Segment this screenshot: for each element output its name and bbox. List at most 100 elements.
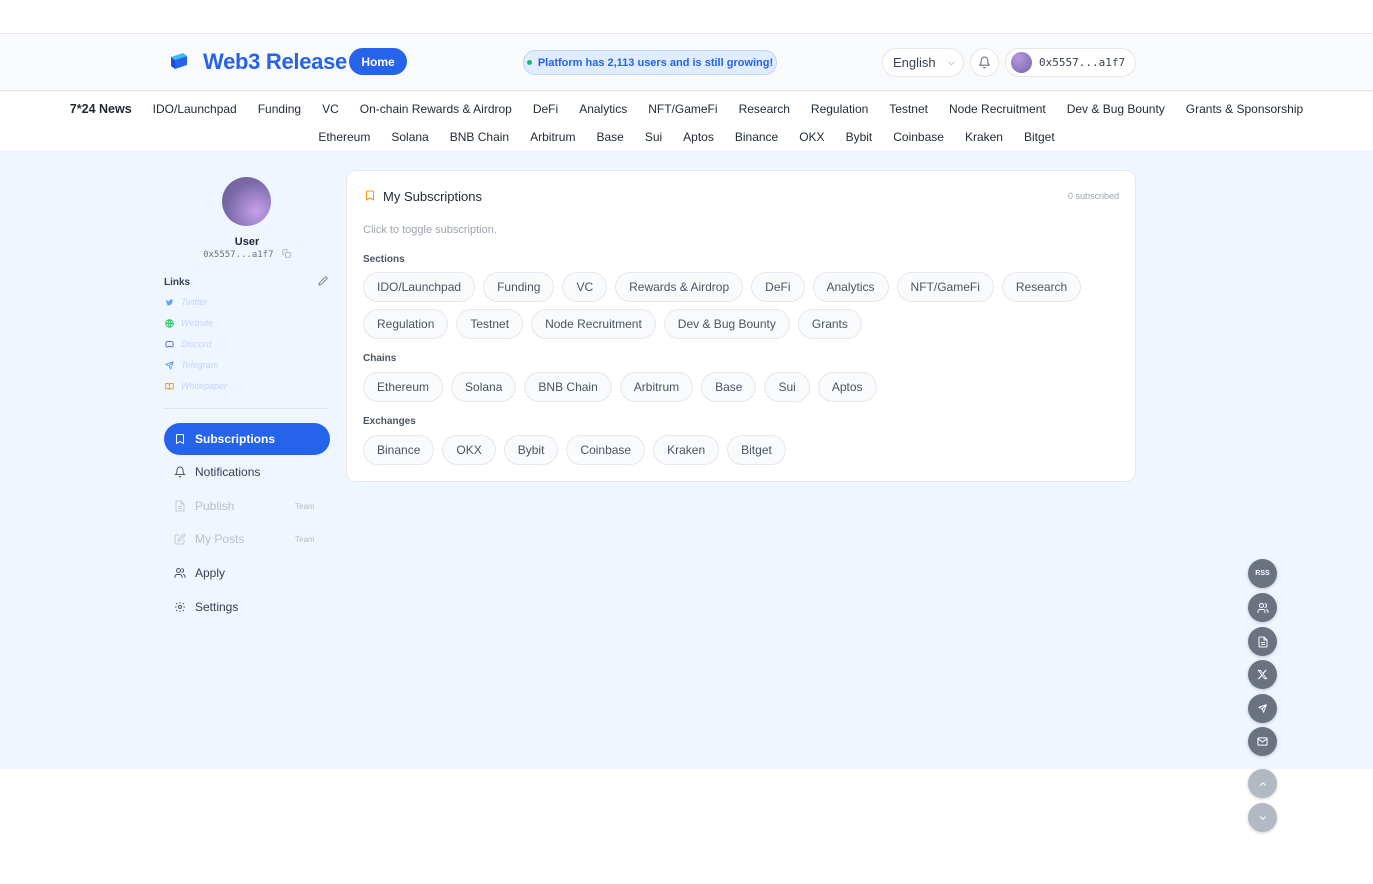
subscription-chip-aptos[interactable]: Aptos [817,372,877,402]
subscription-chip-node-recruitment[interactable]: Node Recruitment [531,309,656,339]
link-whitepaper[interactable]: Whitepaper [164,381,227,391]
pencil-icon[interactable] [318,276,328,286]
nav-item-defi[interactable]: DeFi [522,102,568,116]
subscription-chip-testnet[interactable]: Testnet [456,309,524,339]
link-label: Whitepaper [181,381,228,391]
subscription-chip-vc[interactable]: VC [562,272,608,302]
subscription-chip-base[interactable]: Base [701,372,757,402]
globe-icon [164,318,174,328]
subscription-chip-regulation[interactable]: Regulation [363,309,449,339]
nav-item-testnet[interactable]: Testnet [879,102,939,116]
subscription-chip-bitget[interactable]: Bitget [727,435,786,465]
sidebar-divider [164,408,328,409]
nav-item-funding[interactable]: Funding [247,102,311,116]
group-label-chains: Chains [363,353,397,364]
telegram-icon [164,360,174,370]
subscription-chip-arbitrum[interactable]: Arbitrum [619,372,694,402]
subscription-chip-kraken[interactable]: Kraken [653,435,720,465]
subscription-chip-bnb-chain[interactable]: BNB Chain [524,372,612,402]
subscription-chip-binance[interactable]: Binance [363,435,435,465]
sidebar-item-apply[interactable]: Apply [164,557,330,589]
telegram-icon [1258,704,1267,713]
nav-item-bnb-chain[interactable]: BNB Chain [439,130,519,144]
nav-item-regulation[interactable]: Regulation [800,102,878,116]
link-telegram[interactable]: Telegram [164,360,218,370]
bookmark-icon [174,433,186,445]
subscription-chip-ethereum[interactable]: Ethereum [363,372,444,402]
subscription-chip-sui[interactable]: Sui [764,372,810,402]
nav-item-okx[interactable]: OKX [789,130,835,144]
floating-x-button[interactable] [1248,660,1277,689]
sidebar-item-label: Apply [195,566,226,580]
panel-title: My Subscriptions [383,189,482,204]
sidebar-item-subscriptions[interactable]: Subscriptions [164,423,330,455]
nav-item-on-chain-rewards-airdrop[interactable]: On-chain Rewards & Airdrop [349,102,522,116]
floating-users-button[interactable] [1248,593,1277,622]
home-button[interactable]: Home [349,48,407,75]
link-website[interactable]: Website [164,318,213,328]
subscription-chip-research[interactable]: Research [1001,272,1082,302]
brand-name[interactable]: Web3 Release [203,49,347,75]
logo-icon [171,53,187,69]
link-label: Twitter [181,297,208,307]
floating-document-button[interactable] [1248,627,1277,656]
nav-item-aptos[interactable]: Aptos [673,130,725,144]
link-discord[interactable]: Discord [164,339,212,349]
nav-item-binance[interactable]: Binance [724,130,788,144]
users-icon [1257,602,1269,614]
subscription-chip-defi[interactable]: DeFi [751,272,805,302]
nav-item-nft-gamefi[interactable]: NFT/GameFi [638,102,728,116]
nav-item-base[interactable]: Base [586,130,634,144]
nav-item-kraken[interactable]: Kraken [954,130,1013,144]
nav-item-bybit[interactable]: Bybit [835,130,883,144]
user-name: User [234,236,260,248]
document-icon [1257,636,1269,648]
nav-item-ethereum[interactable]: Ethereum [308,130,381,144]
subscription-chip-analytics[interactable]: Analytics [812,272,889,302]
subscribed-count: 0 subscribed [1067,191,1119,201]
subscription-chip-nft-gamefi[interactable]: NFT/GameFi [896,272,994,302]
sidebar-item-settings[interactable]: Settings [164,591,330,623]
arrow-down-icon [1258,813,1268,823]
nav-item-research[interactable]: Research [728,102,800,116]
chip-row: IDO/Launchpad Funding VC Rewards & Airdrop D… [363,272,1082,302]
nav-item-dev-bug-bounty[interactable]: Dev & Bug Bounty [1056,102,1175,116]
subscription-chip-bybit[interactable]: Bybit [503,435,559,465]
sidebar-item-notifications[interactable]: Notifications [164,456,330,488]
wallet-button[interactable]: 0x5557...a1f7 [1005,48,1136,77]
nav-item-vc[interactable]: VC [312,102,350,116]
floating-mail-button[interactable] [1248,727,1277,756]
team-tag: Team [295,501,315,511]
subscription-chip-funding[interactable]: Funding [483,272,555,302]
nav-item-analytics[interactable]: Analytics [569,102,638,116]
subscription-chip-okx[interactable]: OKX [442,435,496,465]
nav-item-node-recruitment[interactable]: Node Recruitment [939,102,1057,116]
nav-item-7-24-news[interactable]: 7*24 News [59,102,142,116]
category-nav: 7*24 News IDO/Launchpad Funding VC On-chain … [0,92,1373,150]
subscription-chip-dev-bug-bounty[interactable]: Dev & Bug Bounty [663,309,790,339]
notifications-button[interactable] [970,48,999,77]
floating-arrow-up-button[interactable] [1248,769,1277,798]
nav-item-grants-sponsorship[interactable]: Grants & Sponsorship [1175,102,1313,116]
nav-item-ido-launchpad[interactable]: IDO/Launchpad [142,102,247,116]
floating-arrow-down-button[interactable] [1248,803,1277,832]
floating-rss-button[interactable]: RSS [1248,559,1277,588]
nav-item-solana[interactable]: Solana [381,130,439,144]
floating-telegram-button[interactable] [1248,694,1277,723]
nav-item-arbitrum[interactable]: Arbitrum [520,130,586,144]
nav-item-bitget[interactable]: Bitget [1013,130,1065,144]
sidebar-item-label: Settings [195,600,239,614]
language-select[interactable]: English ⌵ [882,48,964,77]
gear-icon [174,601,186,613]
subscription-chip-coinbase[interactable]: Coinbase [566,435,646,465]
copy-icon[interactable] [282,249,291,258]
nav-item-sui[interactable]: Sui [634,130,672,144]
subscription-chip-solana[interactable]: Solana [451,372,517,402]
link-twitter[interactable]: Twitter [164,297,207,307]
edit-icon [174,533,186,545]
subscription-chip-ido-launchpad[interactable]: IDO/Launchpad [363,272,476,302]
subscription-chip-grants[interactable]: Grants [797,309,862,339]
subscription-chip-rewards-airdrop[interactable]: Rewards & Airdrop [615,272,744,302]
link-label: Discord [181,339,212,349]
nav-item-coinbase[interactable]: Coinbase [883,130,955,144]
